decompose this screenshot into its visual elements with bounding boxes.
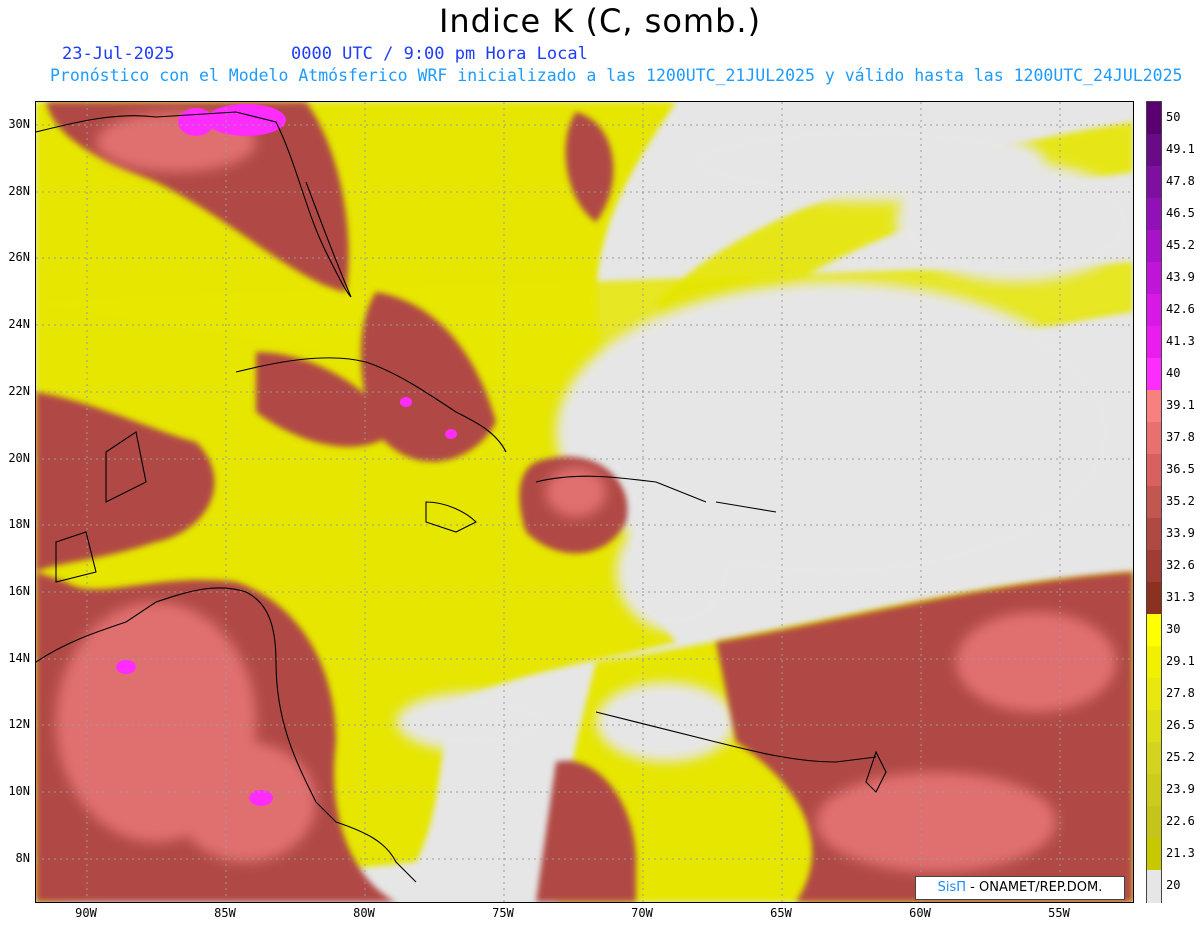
lat-label-28n: 28N bbox=[8, 184, 30, 198]
colorbar-segment bbox=[1147, 422, 1161, 455]
valid-date: 23-Jul-2025 bbox=[62, 44, 175, 64]
colorbar-label: 37.8 bbox=[1166, 430, 1195, 444]
colorbar-segment bbox=[1147, 806, 1161, 839]
k-index-map bbox=[36, 102, 1133, 902]
lat-label-8n: 8N bbox=[15, 851, 30, 865]
colorbar-label: 27.8 bbox=[1166, 686, 1195, 700]
lat-label-16n: 16N bbox=[8, 584, 30, 598]
lat-label-20n: 20N bbox=[8, 451, 30, 465]
lat-label-24n: 24N bbox=[8, 317, 30, 331]
colorbar-segment bbox=[1147, 550, 1161, 583]
colorbar-segment bbox=[1147, 742, 1161, 775]
lat-label-10n: 10N bbox=[8, 784, 30, 798]
colorbar-segment bbox=[1147, 262, 1161, 295]
colorbar-segment bbox=[1147, 390, 1161, 423]
credit-box: SisΠ - ONAMET/REP.DOM. bbox=[915, 876, 1125, 900]
colorbar-label: 22.6 bbox=[1166, 814, 1195, 828]
lon-label-55w: 55W bbox=[1048, 906, 1070, 920]
colorbar-label: 35.2 bbox=[1166, 494, 1195, 508]
valid-time: 0000 UTC / 9:00 pm Hora Local bbox=[291, 44, 588, 64]
colorbar-segment bbox=[1147, 678, 1161, 711]
colorbar-segment bbox=[1147, 230, 1161, 263]
credit-sis: SisΠ bbox=[937, 880, 967, 895]
colorbar-label: 43.9 bbox=[1166, 270, 1195, 284]
colorbar-label: 47.8 bbox=[1166, 174, 1195, 188]
lat-label-22n: 22N bbox=[8, 384, 30, 398]
colorbar-label: 31.3 bbox=[1166, 590, 1195, 604]
colorbar-segment bbox=[1147, 326, 1161, 359]
colorbar-label: 40 bbox=[1166, 366, 1181, 380]
lat-label-12n: 12N bbox=[8, 717, 30, 731]
colorbar-segment bbox=[1147, 774, 1161, 807]
colorbar-label: 42.6 bbox=[1166, 302, 1195, 316]
credit-org: - ONAMET/REP.DOM. bbox=[966, 880, 1103, 895]
colorbar-label: 45.2 bbox=[1166, 238, 1195, 252]
colorbar-segment bbox=[1147, 294, 1161, 327]
colorbar-segment bbox=[1147, 198, 1161, 231]
lat-label-26n: 26N bbox=[8, 250, 30, 264]
colorbar-segment bbox=[1147, 486, 1161, 519]
map-title: Indice K (C, somb.) bbox=[438, 2, 762, 40]
colorbar-segment bbox=[1147, 646, 1161, 679]
colorbar-segment bbox=[1147, 454, 1161, 487]
colorbar-label: 39.1 bbox=[1166, 398, 1195, 412]
lat-label-14n: 14N bbox=[8, 651, 30, 665]
colorbar-segment bbox=[1147, 582, 1161, 615]
lat-label-30n: 30N bbox=[8, 117, 30, 131]
colorbar-segment bbox=[1147, 838, 1161, 871]
colorbar-segment bbox=[1147, 870, 1161, 903]
colorbar-label: 29.1 bbox=[1166, 654, 1195, 668]
colorbar-segment bbox=[1147, 166, 1161, 199]
colorbar-label: 33.9 bbox=[1166, 526, 1195, 540]
colorbar bbox=[1146, 101, 1162, 903]
colorbar-segment bbox=[1147, 614, 1161, 647]
lon-label-85w: 85W bbox=[214, 906, 236, 920]
colorbar-segment bbox=[1147, 710, 1161, 743]
colorbar-label: 26.5 bbox=[1166, 718, 1195, 732]
lon-label-65w: 65W bbox=[770, 906, 792, 920]
colorbar-label: 46.5 bbox=[1166, 206, 1195, 220]
lon-label-90w: 90W bbox=[75, 906, 97, 920]
colorbar-label: 50 bbox=[1166, 110, 1181, 124]
colorbar-label: 20 bbox=[1166, 878, 1181, 892]
map-panel[interactable] bbox=[35, 101, 1134, 903]
colorbar-label: 32.6 bbox=[1166, 558, 1195, 572]
colorbar-label: 36.5 bbox=[1166, 462, 1195, 476]
colorbar-label: 25.2 bbox=[1166, 750, 1195, 764]
forecast-subtitle: Pronóstico con el Modelo Atmósferico WRF… bbox=[50, 66, 1183, 85]
colorbar-label: 41.3 bbox=[1166, 334, 1195, 348]
lat-label-18n: 18N bbox=[8, 517, 30, 531]
colorbar-label: 23.9 bbox=[1166, 782, 1195, 796]
colorbar-label: 21.3 bbox=[1166, 846, 1195, 860]
lon-label-60w: 60W bbox=[909, 906, 931, 920]
colorbar-segment bbox=[1147, 134, 1161, 167]
lon-label-75w: 75W bbox=[492, 906, 514, 920]
lon-label-80w: 80W bbox=[353, 906, 375, 920]
colorbar-label: 30 bbox=[1166, 622, 1181, 636]
colorbar-segment bbox=[1147, 518, 1161, 551]
colorbar-segment bbox=[1147, 358, 1161, 391]
colorbar-label: 49.1 bbox=[1166, 142, 1195, 156]
lon-label-70w: 70W bbox=[631, 906, 653, 920]
colorbar-segment bbox=[1147, 102, 1161, 135]
